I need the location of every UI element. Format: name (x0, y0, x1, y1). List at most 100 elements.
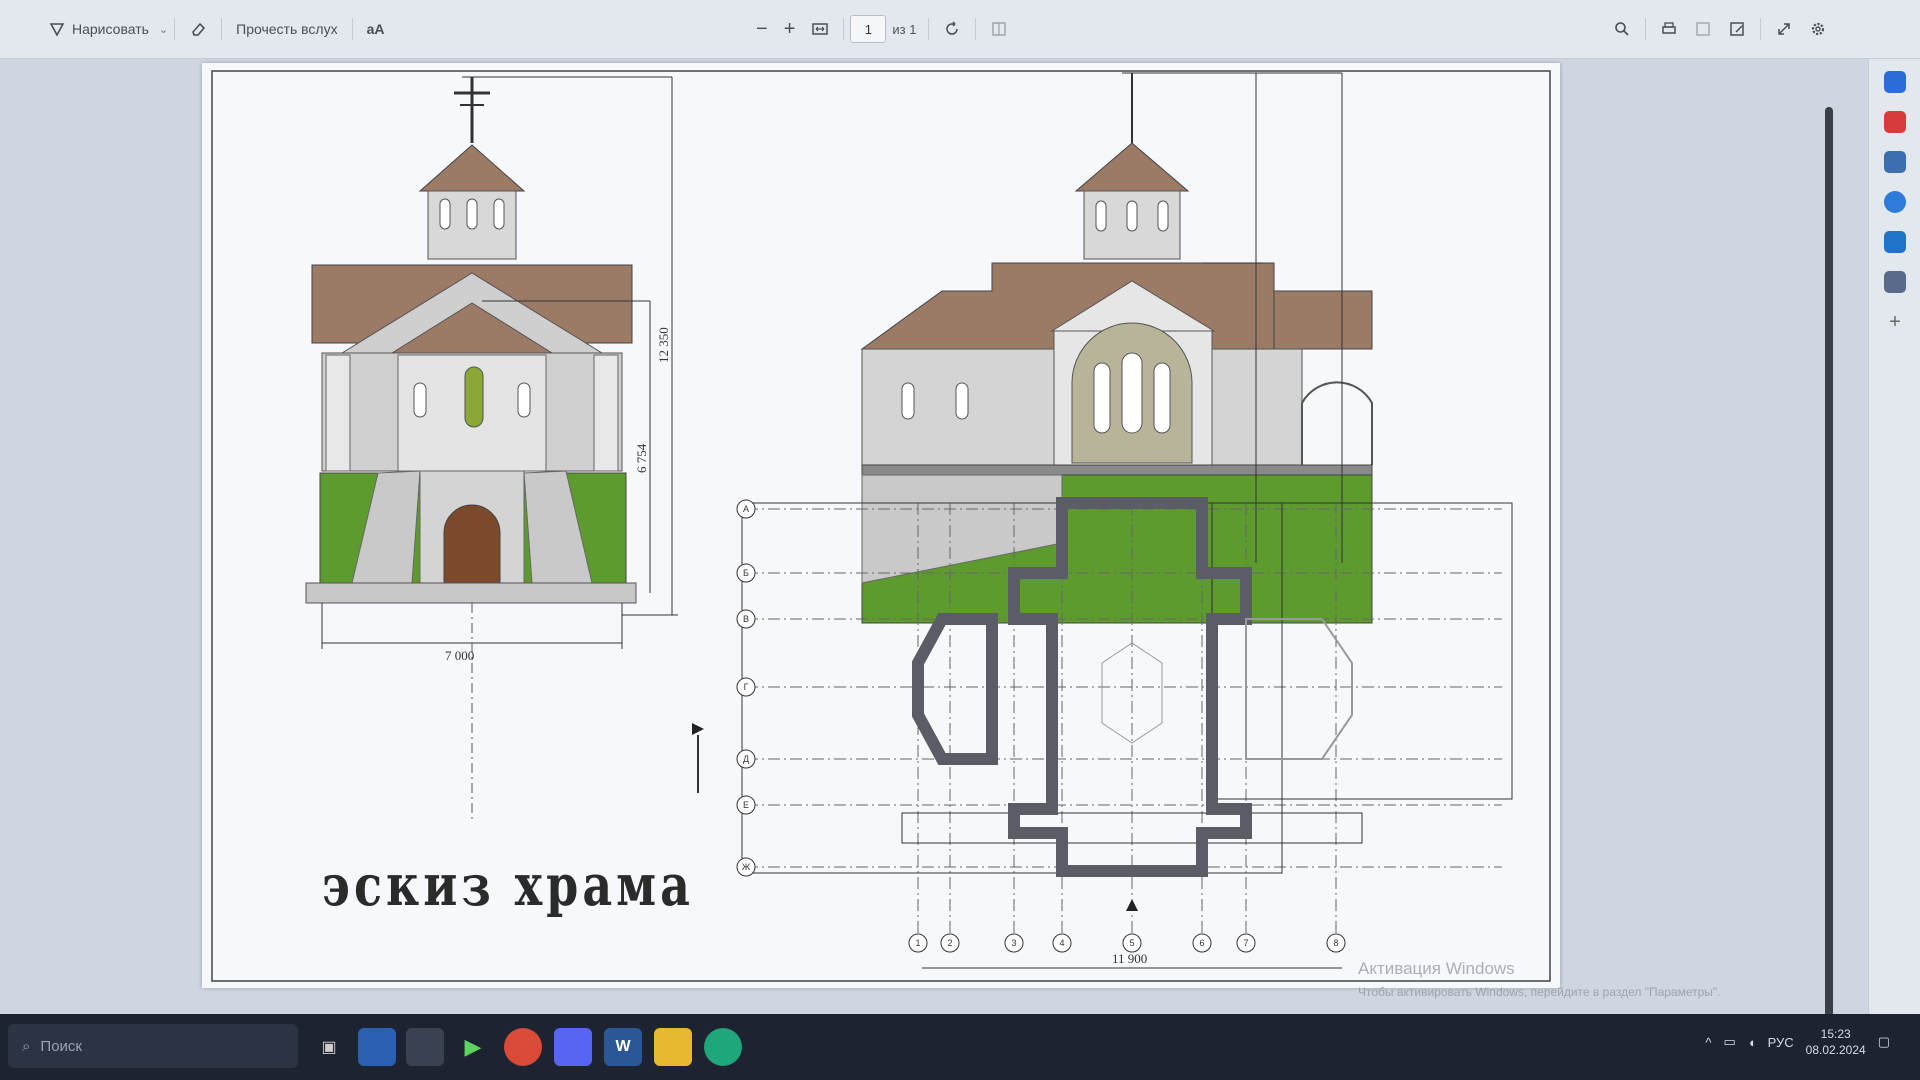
copilot-icon[interactable] (1884, 71, 1906, 93)
fit-page-button[interactable] (803, 16, 837, 42)
zoom-out-button[interactable]: − (748, 14, 776, 45)
save-as-icon (1728, 20, 1746, 38)
fit-page-icon (811, 20, 829, 38)
axis-row-label: Б (743, 568, 749, 578)
front-height-label: 12 350 (656, 327, 671, 363)
minus-icon: − (756, 17, 768, 40)
axis-col-label: 4 (1059, 938, 1064, 948)
axis-col-label: 1 (915, 938, 920, 948)
page-number-input[interactable]: 1 (850, 15, 887, 43)
axis-row-label: Ж (742, 862, 751, 872)
draw-icon (48, 20, 66, 38)
shopping-icon[interactable] (1884, 111, 1906, 133)
expand-icon (1775, 20, 1793, 38)
axis-col-label: 3 (1011, 938, 1016, 948)
games-icon[interactable] (1884, 271, 1906, 293)
erase-button[interactable] (181, 16, 215, 42)
draw-button[interactable]: Нарисовать (40, 16, 157, 42)
architectural-drawing: 7 000 12 350 6 754 А Б В Г Д Е Ж 1 2 3 4… (211, 70, 1551, 982)
volume-icon[interactable]: ◖ (1748, 1035, 1756, 1050)
edge-icon[interactable] (704, 1028, 742, 1066)
axis-row-label: Е (743, 800, 749, 810)
axis-row-label: А (743, 504, 749, 514)
chrome-icon[interactable] (504, 1028, 542, 1066)
save-icon (1694, 20, 1712, 38)
file-explorer-icon[interactable] (654, 1028, 692, 1066)
pdf-page: 7 000 12 350 6 754 А Б В Г Д Е Ж 1 2 3 4… (202, 63, 1560, 988)
entrance-arrow-icon (1126, 899, 1138, 911)
store-icon[interactable] (358, 1028, 396, 1066)
system-tray: ^ ▭ ◖ РУС 15:23 08.02.2024 ▢ (1705, 1026, 1890, 1058)
save-copy-button[interactable] (1686, 16, 1720, 42)
windows-taskbar: ⌕ Поиск ▣ ▶ W ^ ▭ ◖ РУС 15:23 08.02.2024… (0, 1014, 1920, 1080)
rotate-button[interactable] (935, 16, 969, 42)
toolbar-divider (174, 18, 176, 40)
search-button[interactable] (1605, 16, 1639, 42)
notification-icon[interactable]: ▢ (1878, 1034, 1890, 1050)
eraser-icon (189, 20, 207, 38)
watermark-subtitle: Чтобы активировать Windows, перейдите в … (1358, 985, 1721, 999)
vertical-scrollbar[interactable] (1825, 107, 1833, 1017)
search-icon: ⌕ (22, 1037, 31, 1055)
search-placeholder: Поиск (40, 1037, 82, 1055)
toolbar-divider (975, 18, 977, 40)
toolbar-divider (351, 18, 353, 40)
network-icon[interactable]: ▭ (1723, 1034, 1735, 1050)
word-icon[interactable]: W (604, 1028, 642, 1066)
axis-col-label: 2 (947, 938, 952, 948)
front-width-label: 7 000 (445, 648, 474, 663)
axis-col-label: 6 (1199, 938, 1204, 948)
pdf-viewer[interactable]: 7 000 12 350 6 754 А Б В Г Д Е Ж 1 2 3 4… (0, 59, 1868, 1017)
outlook-icon[interactable] (1884, 231, 1906, 253)
clock-date: 08.02.2024 (1805, 1043, 1866, 1057)
rotate-icon (943, 20, 961, 38)
read-aloud-button[interactable]: Прочесть вслух (228, 17, 345, 41)
watermark-title: Активация Windows (1358, 959, 1515, 978)
gear-icon (1809, 20, 1827, 38)
section-arrow-icon (692, 723, 704, 735)
toolbar-divider (1760, 18, 1761, 40)
save-as-button[interactable] (1720, 16, 1754, 42)
print-icon (1660, 20, 1678, 38)
draw-label: Нарисовать (72, 21, 149, 37)
axis-row-label: Г (744, 682, 749, 692)
text-size-label: aA (366, 21, 385, 37)
plan-width-label: 11 900 (1112, 951, 1147, 966)
front-facade-drawing: 7 000 12 350 6 754 (305, 76, 678, 823)
page-view-button[interactable] (982, 16, 1016, 42)
chevron-down-icon[interactable]: ⌄ (159, 23, 168, 36)
pdf-toolbar: Нарисовать ⌄ Прочесть вслух aA − + 1 из … (0, 0, 1920, 59)
axis-row-label: Д (743, 754, 749, 764)
axis-col-label: 5 (1129, 938, 1134, 948)
toolbar-divider (843, 18, 845, 40)
toolbar-divider (221, 18, 223, 40)
office-icon[interactable] (1884, 191, 1906, 213)
tools-icon[interactable] (1884, 151, 1906, 173)
chevron-up-icon[interactable]: ^ (1705, 1035, 1711, 1050)
camera-icon[interactable] (406, 1028, 444, 1066)
search-icon (1613, 20, 1631, 38)
media-player-icon[interactable]: ▶ (454, 1028, 492, 1066)
read-aloud-label: Прочесть вслух (236, 21, 338, 37)
page-count-label: из 1 (892, 21, 917, 37)
axis-col-label: 8 (1333, 938, 1338, 948)
clock-time: 15:23 (1820, 1027, 1851, 1041)
add-icon[interactable]: + (1889, 311, 1901, 334)
side-facade-drawing (860, 72, 1373, 624)
edge-sidebar: + (1868, 59, 1920, 1026)
discord-icon[interactable] (554, 1028, 592, 1066)
axis-col-label: 7 (1243, 938, 1248, 948)
settings-button[interactable] (1801, 16, 1835, 42)
language-indicator[interactable]: РУС (1768, 1035, 1794, 1050)
document-title: эскиз храма (322, 851, 694, 919)
windows-activation-watermark: Активация Windows Чтобы активировать Win… (1358, 959, 1818, 999)
clock[interactable]: 15:23 08.02.2024 (1806, 1026, 1866, 1058)
fullscreen-button[interactable] (1767, 16, 1801, 42)
zoom-in-button[interactable]: + (776, 14, 804, 45)
taskbar-search[interactable]: ⌕ Поиск (8, 1024, 298, 1068)
task-view-icon[interactable]: ▣ (310, 1028, 348, 1066)
page-view-icon (990, 20, 1008, 38)
print-button[interactable] (1652, 16, 1686, 42)
front-wall-height-label: 6 754 (634, 443, 649, 473)
text-size-button[interactable]: aA (359, 17, 393, 41)
